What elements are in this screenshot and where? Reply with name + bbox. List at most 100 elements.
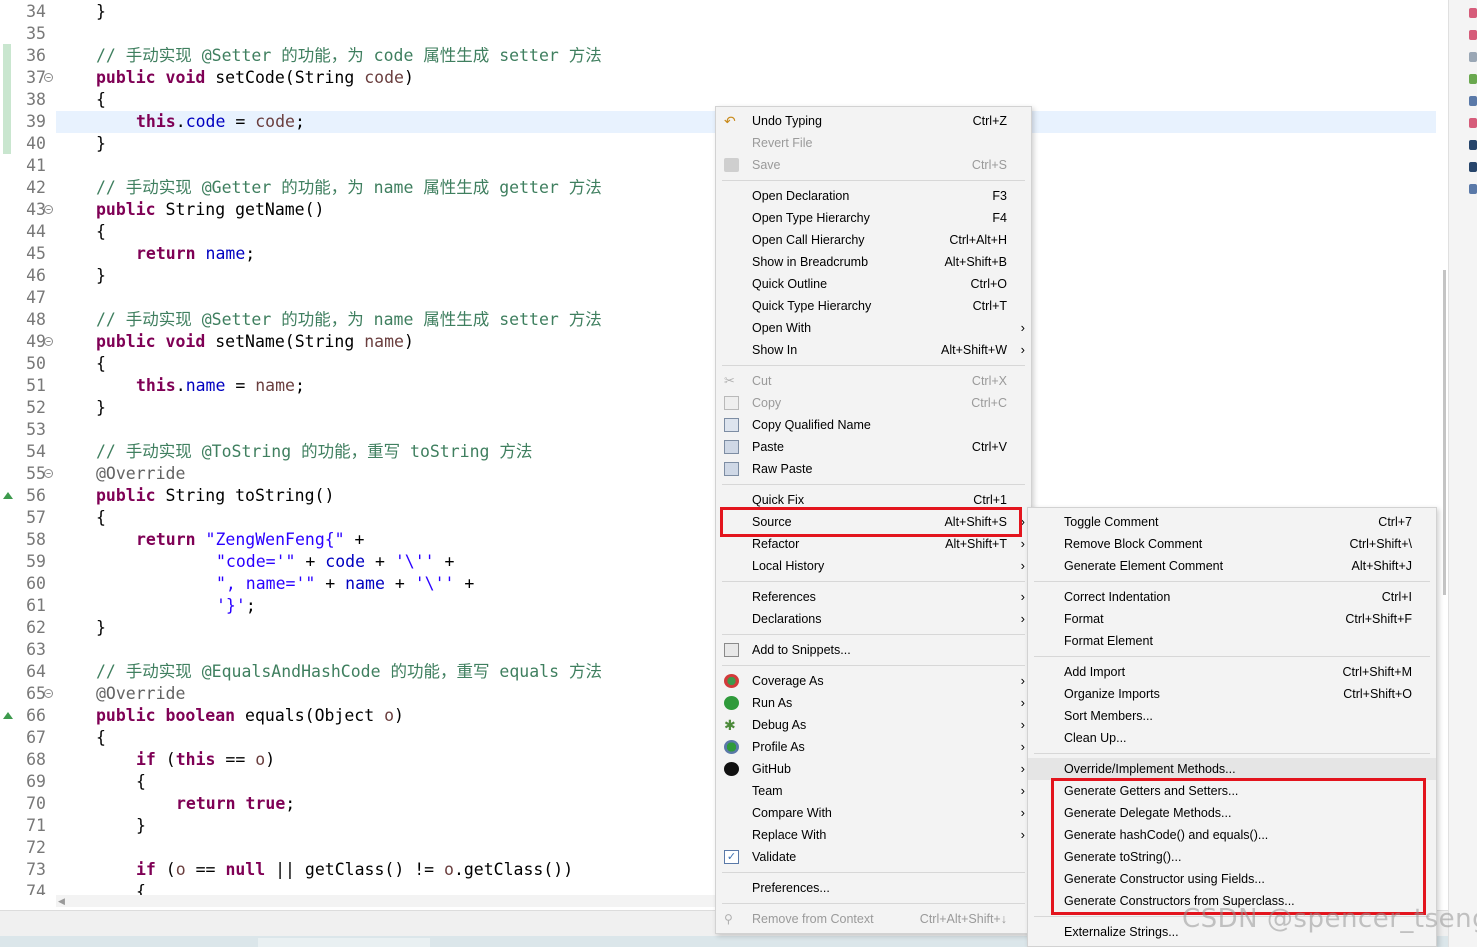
code-text[interactable]: return "ZengWenFeng{" + xyxy=(136,529,365,551)
code-line[interactable]: 37− public void setCode(String code) xyxy=(0,67,1448,89)
menu-item-generate-element-comment[interactable]: Generate Element Comment Alt+Shift+J xyxy=(1028,555,1436,577)
menu-item-toggle-comment[interactable]: Toggle Comment Ctrl+7 xyxy=(1028,511,1436,533)
menu-item-raw-paste[interactable]: Raw Paste xyxy=(716,458,1031,480)
dock-view-icon[interactable] xyxy=(1469,140,1477,150)
menu-item-copy-qualified-name[interactable]: Copy Qualified Name xyxy=(716,414,1031,436)
vertical-scrollbar[interactable] xyxy=(1436,0,1448,895)
menu-item-format[interactable]: Format Ctrl+Shift+F xyxy=(1028,608,1436,630)
menu-item-format-element[interactable]: Format Element xyxy=(1028,630,1436,652)
code-text[interactable]: return true; xyxy=(176,793,295,815)
menu-item-declarations[interactable]: Declarations › xyxy=(716,608,1031,630)
menu-item-copy[interactable]: Copy Ctrl+C xyxy=(716,392,1031,414)
menu-item-paste[interactable]: Paste Ctrl+V xyxy=(716,436,1031,458)
menu-item-clean-up[interactable]: Clean Up... xyxy=(1028,727,1436,749)
dock-marker-icon[interactable] xyxy=(1469,8,1477,18)
code-text[interactable]: public boolean equals(Object o) xyxy=(96,705,404,727)
menu-item-organize-imports[interactable]: Organize Imports Ctrl+Shift+O xyxy=(1028,683,1436,705)
menu-item-replace-with[interactable]: Replace With › xyxy=(716,824,1031,846)
fold-toggle-icon[interactable]: − xyxy=(44,205,53,214)
menu-item-remove-block-comment[interactable]: Remove Block Comment Ctrl+Shift+\ xyxy=(1028,533,1436,555)
vertical-scrollbar-thumb[interactable] xyxy=(1443,270,1446,595)
code-line[interactable]: 34} xyxy=(0,1,1448,23)
taskbar-tab[interactable] xyxy=(258,938,430,947)
override-marker-icon[interactable] xyxy=(3,712,13,719)
menu-item-open-with[interactable]: Open With › xyxy=(716,317,1031,339)
code-text[interactable]: @Override xyxy=(96,463,185,485)
code-text[interactable]: public String toString() xyxy=(96,485,334,507)
code-text[interactable]: // 手动实现 @Getter 的功能，为 name 属性生成 getter 方… xyxy=(96,177,602,199)
dock-view-icon[interactable] xyxy=(1469,52,1477,62)
code-line[interactable]: 36 // 手动实现 @Setter 的功能，为 code 属性生成 setter… xyxy=(0,45,1448,67)
code-text[interactable]: // 手动实现 @Setter 的功能，为 name 属性生成 setter 方… xyxy=(96,309,602,331)
code-text[interactable]: } xyxy=(96,265,106,287)
code-text[interactable]: public String getName() xyxy=(96,199,325,221)
menu-item-profile-as[interactable]: Profile As › xyxy=(716,736,1031,758)
menu-item-save[interactable]: Save Ctrl+S xyxy=(716,154,1031,176)
menu-item-local-history[interactable]: Local History › xyxy=(716,555,1031,577)
code-text[interactable]: public void setName(String name) xyxy=(96,331,414,353)
menu-item-quick-outline[interactable]: Quick Outline Ctrl+O xyxy=(716,273,1031,295)
code-text[interactable]: // 手动实现 @EqualsAndHashCode 的功能，重写 equals… xyxy=(96,661,602,683)
code-text[interactable]: this.name = name; xyxy=(136,375,305,397)
code-text[interactable]: } xyxy=(136,815,146,837)
menu-item-correct-indentation[interactable]: Correct Indentation Ctrl+I xyxy=(1028,586,1436,608)
menu-item-github[interactable]: GitHub › xyxy=(716,758,1031,780)
menu-item-open-declaration[interactable]: Open Declaration F3 xyxy=(716,185,1031,207)
menu-item-references[interactable]: References › xyxy=(716,586,1031,608)
dock-marker-icon[interactable] xyxy=(1469,30,1477,40)
code-text[interactable]: { xyxy=(136,771,146,793)
menu-item-team[interactable]: Team › xyxy=(716,780,1031,802)
menu-item-remove-from-context[interactable]: ⚲ Remove from Context Ctrl+Alt+Shift+↓ xyxy=(716,908,1031,930)
menu-item-sort-members[interactable]: Sort Members... xyxy=(1028,705,1436,727)
dock-view-icon[interactable] xyxy=(1469,184,1477,194)
menu-item-override-implement-methods[interactable]: Override/Implement Methods... xyxy=(1028,758,1436,780)
code-text[interactable]: this.code = code; xyxy=(136,111,305,133)
fold-toggle-icon[interactable]: − xyxy=(44,73,53,82)
menu-item-add-import[interactable]: Add Import Ctrl+Shift+M xyxy=(1028,661,1436,683)
code-text[interactable]: } xyxy=(96,397,106,419)
code-text[interactable]: { xyxy=(96,89,106,111)
code-text[interactable]: } xyxy=(96,1,106,23)
code-text[interactable]: public void setCode(String code) xyxy=(96,67,414,89)
menu-item-debug-as[interactable]: ✱ Debug As › xyxy=(716,714,1031,736)
fold-toggle-icon[interactable]: − xyxy=(44,337,53,346)
menu-item-validate[interactable]: ✓ Validate xyxy=(716,846,1031,868)
code-text[interactable]: if (this == o) xyxy=(136,749,275,771)
menu-item-add-to-snippets[interactable]: Add to Snippets... xyxy=(716,639,1031,661)
code-text[interactable]: ", name='" + name + '\'' + xyxy=(216,573,474,595)
menu-item-cut[interactable]: ✂ Cut Ctrl+X xyxy=(716,370,1031,392)
menu-item-show-in-breadcrumb[interactable]: Show in Breadcrumb Alt+Shift+B xyxy=(716,251,1031,273)
menu-item-coverage-as[interactable]: Coverage As › xyxy=(716,670,1031,692)
code-text[interactable]: { xyxy=(96,221,106,243)
menu-item-revert-file[interactable]: Revert File xyxy=(716,132,1031,154)
dock-view-icon[interactable] xyxy=(1469,96,1477,106)
menu-item-preferences[interactable]: Preferences... xyxy=(716,877,1031,899)
menu-item-quick-type-hierarchy[interactable]: Quick Type Hierarchy Ctrl+T xyxy=(716,295,1031,317)
code-text[interactable]: // 手动实现 @ToString 的功能，重写 toString 方法 xyxy=(96,441,532,463)
code-text[interactable]: { xyxy=(136,881,146,895)
fold-toggle-icon[interactable]: − xyxy=(44,469,53,478)
code-text[interactable]: return name; xyxy=(136,243,255,265)
code-text[interactable]: { xyxy=(96,353,106,375)
dock-view-icon[interactable] xyxy=(1469,162,1477,172)
menu-item-open-type-hierarchy[interactable]: Open Type Hierarchy F4 xyxy=(716,207,1031,229)
code-text[interactable]: "code='" + code + '\'' + xyxy=(216,551,454,573)
dock-marker-icon[interactable] xyxy=(1469,118,1477,128)
code-text[interactable]: { xyxy=(96,507,106,529)
code-text[interactable]: } xyxy=(96,133,106,155)
dock-view-icon[interactable] xyxy=(1469,74,1477,84)
code-text[interactable]: @Override xyxy=(96,683,185,705)
code-text[interactable]: '}'; xyxy=(216,595,256,617)
code-line[interactable]: 35 xyxy=(0,23,1448,45)
override-marker-icon[interactable] xyxy=(3,492,13,499)
menu-item-run-as[interactable]: Run As › xyxy=(716,692,1031,714)
code-text[interactable]: // 手动实现 @Setter 的功能，为 code 属性生成 setter 方… xyxy=(96,45,602,67)
menu-item-show-in[interactable]: Show In Alt+Shift+W › xyxy=(716,339,1031,361)
code-text[interactable]: { xyxy=(96,727,106,749)
menu-item-open-call-hierarchy[interactable]: Open Call Hierarchy Ctrl+Alt+H xyxy=(716,229,1031,251)
menu-item-compare-with[interactable]: Compare With › xyxy=(716,802,1031,824)
scroll-left-icon[interactable]: ◀ xyxy=(58,896,65,907)
fold-toggle-icon[interactable]: − xyxy=(44,689,53,698)
menu-item-undo-typing[interactable]: ↶ Undo Typing Ctrl+Z xyxy=(716,110,1031,132)
code-text[interactable]: if (o == null || getClass() != o.getClas… xyxy=(136,859,573,881)
